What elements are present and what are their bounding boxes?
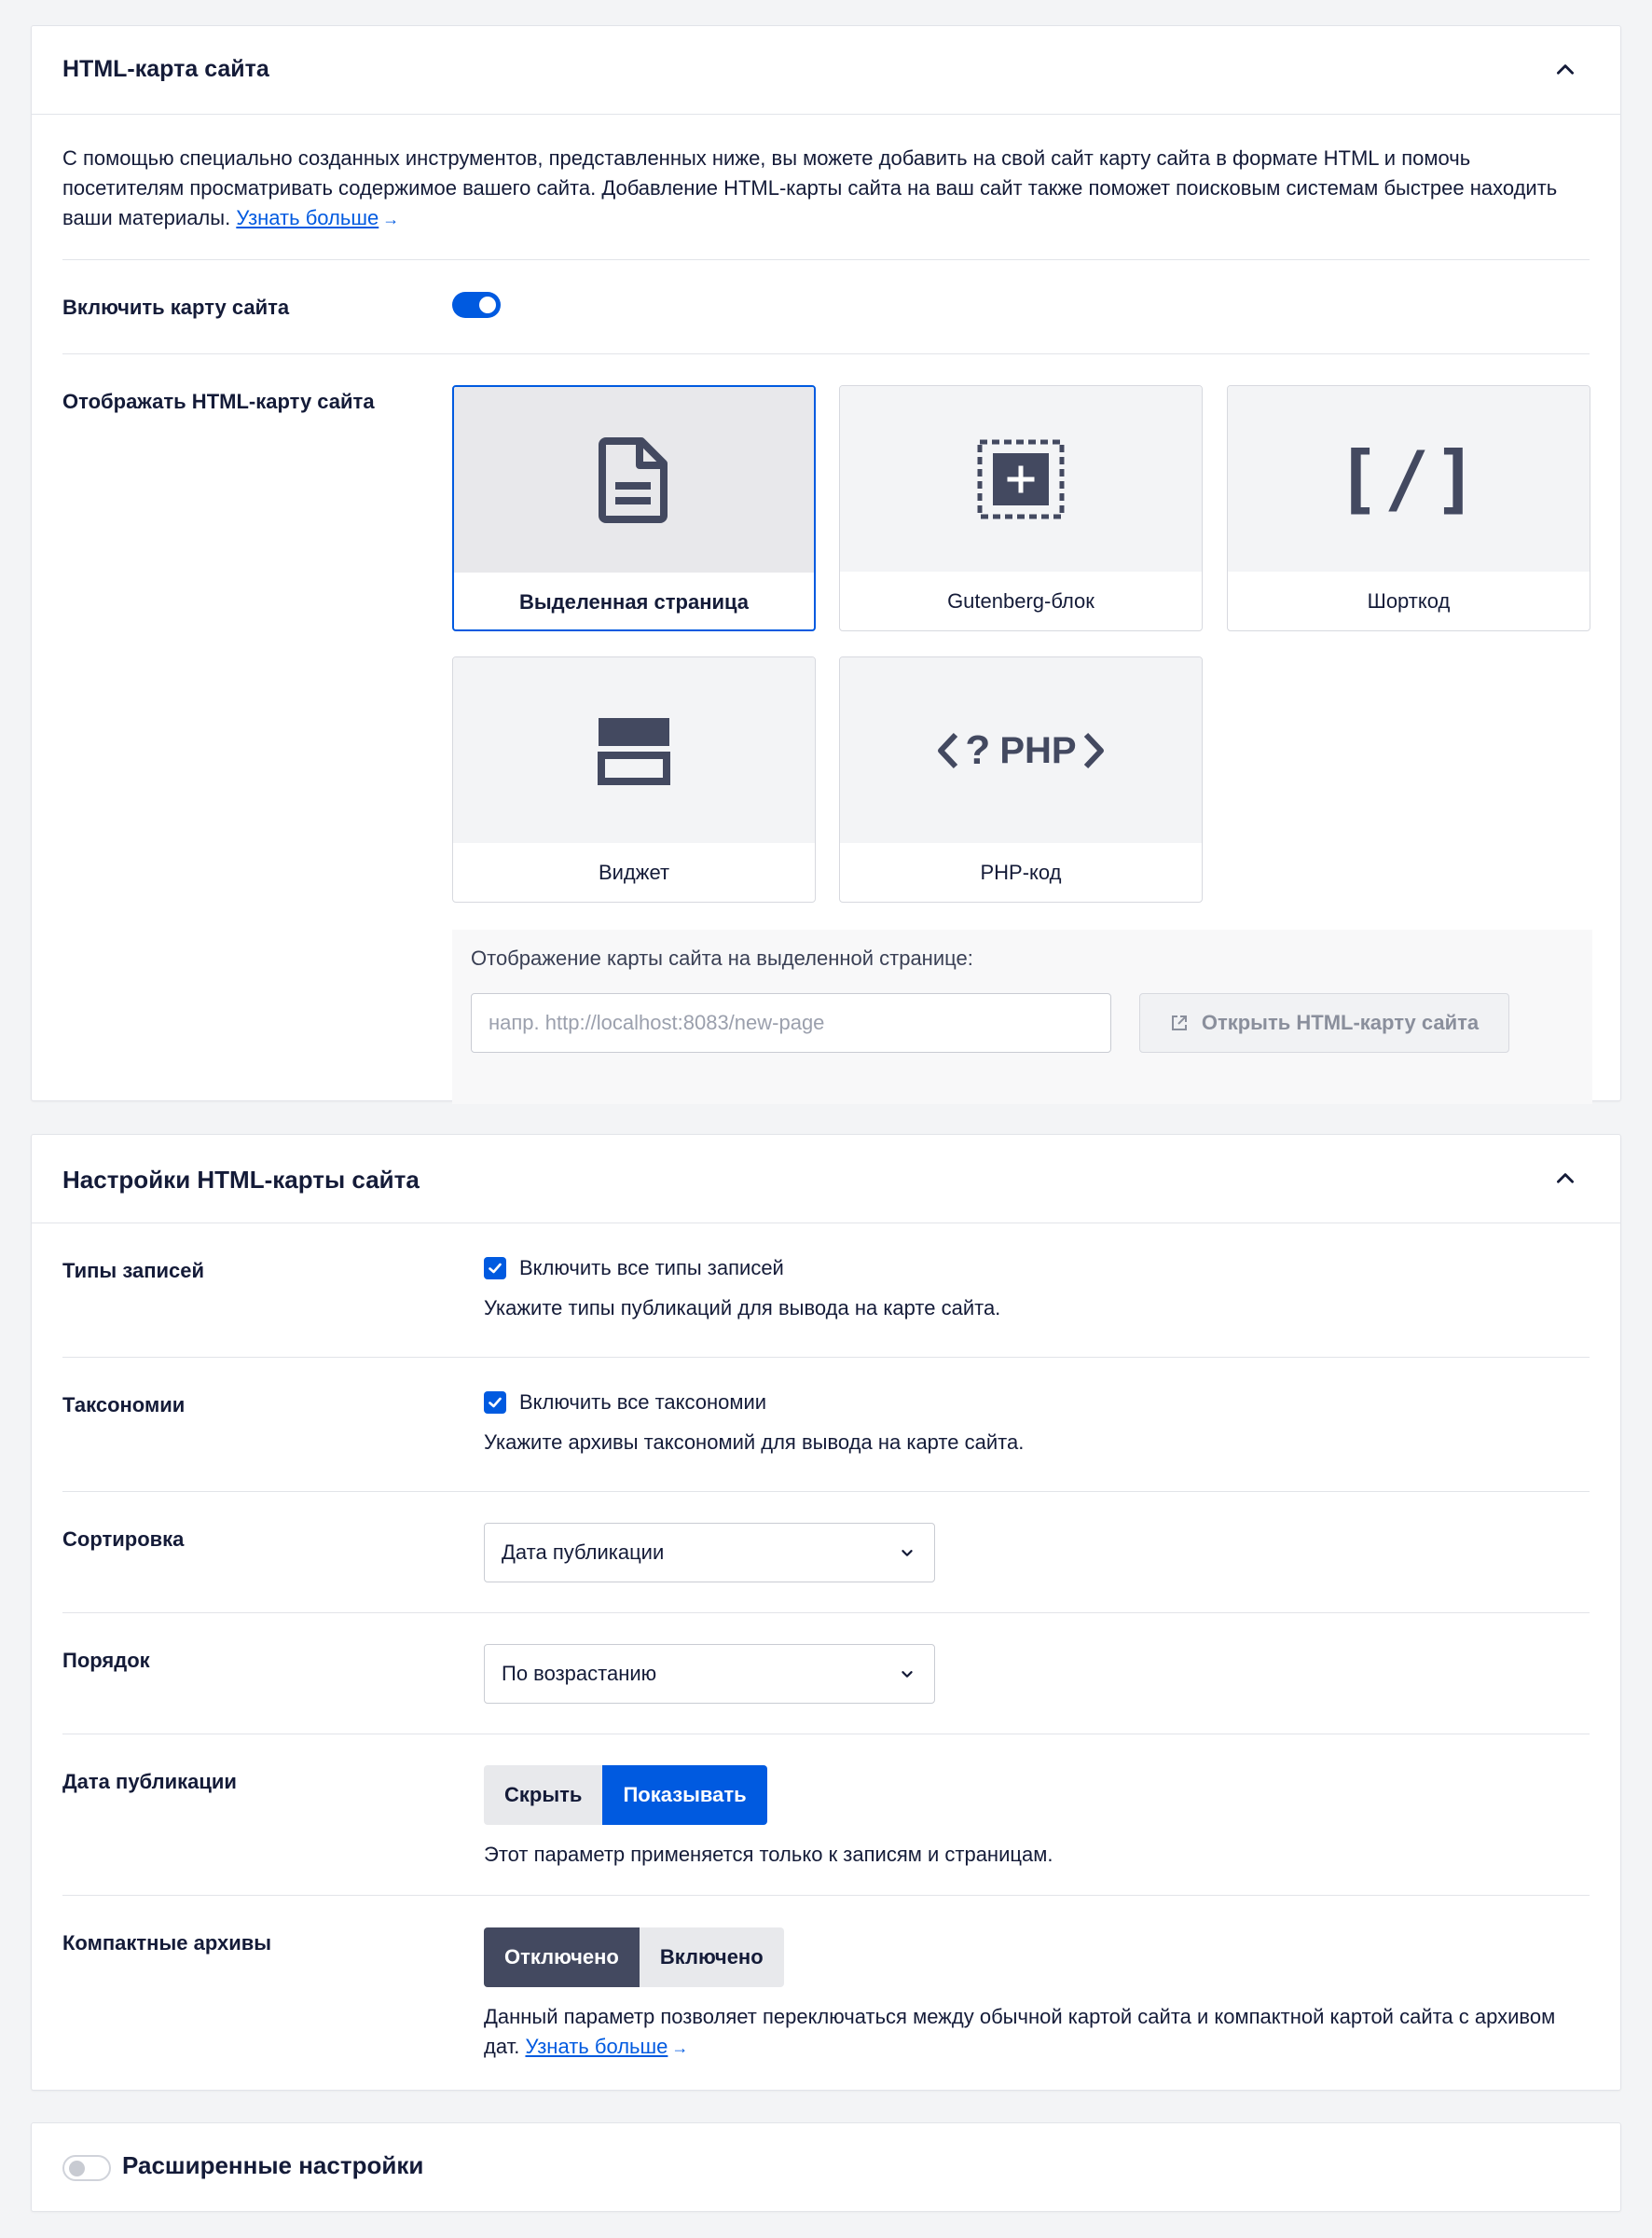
taxonomies-label: Таксономии xyxy=(62,1393,186,1416)
tile-label: Шорткод xyxy=(1367,589,1451,613)
all-post-types-label: Включить все типы записей xyxy=(519,1256,784,1279)
publish-date-show-button[interactable]: Показывать xyxy=(602,1765,767,1825)
post-types-label: Типы записей xyxy=(62,1259,205,1282)
publish-date-hide-button[interactable]: Скрыть xyxy=(484,1765,603,1825)
advanced-settings-card: Расширенные настройки xyxy=(31,2122,1621,2212)
learn-more-link[interactable]: Узнать больше xyxy=(525,2035,668,2058)
divider xyxy=(62,1491,1590,1492)
sitemap-card-title: HTML-карта сайта xyxy=(62,56,269,82)
sitemap-card: HTML-карта сайта С помощью специально со… xyxy=(31,25,1621,1104)
order-select[interactable]: По возрастанию xyxy=(484,1644,935,1704)
order-select-value: По возрастанию xyxy=(502,1662,657,1685)
shortcode-icon: [/] xyxy=(1335,435,1482,522)
arrow-right-icon: → xyxy=(382,210,400,228)
chevron-up-icon[interactable] xyxy=(1553,1167,1577,1191)
php-code-icon: ? PHP xyxy=(935,726,1106,773)
compact-enabled-button[interactable]: Включено xyxy=(639,1927,784,1987)
display-sitemap-label: Отображать HTML-карту сайта xyxy=(62,390,375,413)
order-label: Порядок xyxy=(62,1649,150,1672)
sort-select-value: Дата публикации xyxy=(502,1540,665,1564)
publish-date-toggle-group: Скрыть Показывать xyxy=(484,1765,767,1825)
settings-card-header[interactable]: Настройки HTML-карты сайта xyxy=(32,1135,1620,1223)
tile-gutenberg-block[interactable]: Gutenberg-блок xyxy=(839,385,1203,631)
taxonomies-help: Укажите архивы таксономий для вывода на … xyxy=(484,1430,1025,1454)
tile-label: Выделенная страница xyxy=(518,590,750,614)
widget-icon xyxy=(597,716,671,785)
arrow-right-icon: → xyxy=(671,2038,689,2057)
advanced-settings-title: Расширенные настройки xyxy=(122,2151,424,2179)
toggle-knob xyxy=(69,2161,85,2176)
tile-label: Виджет xyxy=(598,861,670,884)
external-link-icon xyxy=(1170,1014,1189,1032)
block-add-icon xyxy=(976,438,1066,520)
compact-archives-toggle-group: Отключено Включено xyxy=(484,1927,784,1987)
chevron-down-icon xyxy=(897,1542,917,1563)
learn-more-link[interactable]: Узнать больше xyxy=(236,206,379,229)
chevron-down-icon xyxy=(897,1664,917,1684)
all-post-types-checkbox-row[interactable]: Включить все типы записей xyxy=(484,1256,784,1280)
compact-archives-help: Данный параметр позволяет переключаться … xyxy=(484,2002,1593,2063)
sitemap-intro: С помощью специально созданных инструмен… xyxy=(62,144,1591,234)
all-taxonomies-checkbox-row[interactable]: Включить все таксономии xyxy=(484,1390,766,1415)
sort-select[interactable]: Дата публикации xyxy=(484,1523,935,1582)
sort-label: Сортировка xyxy=(62,1527,185,1551)
divider xyxy=(62,1357,1590,1358)
divider xyxy=(62,259,1590,260)
all-taxonomies-label: Включить все таксономии xyxy=(519,1390,767,1414)
dedicated-page-preview: Отображение карты сайта на выделенной ст… xyxy=(452,930,1592,1104)
open-sitemap-label: Открыть HTML-карту сайта xyxy=(1201,1011,1480,1034)
divider xyxy=(62,1612,1590,1613)
php-glyph: PHP xyxy=(999,729,1077,771)
publish-date-help: Этот параметр применяется только к запис… xyxy=(484,1843,1053,1866)
open-sitemap-button[interactable]: Открыть HTML-карту сайта xyxy=(1139,993,1509,1053)
php-question-glyph: ? xyxy=(965,726,991,773)
divider xyxy=(62,353,1590,354)
document-icon xyxy=(599,436,669,523)
tile-label: Gutenberg-блок xyxy=(947,589,1094,613)
toggle-knob xyxy=(479,297,496,313)
page-url-input[interactable] xyxy=(471,993,1111,1053)
divider xyxy=(62,1895,1590,1896)
checkbox-checked[interactable] xyxy=(484,1257,506,1279)
tile-icon-area xyxy=(454,387,814,573)
tile-php-code[interactable]: ? PHP PHP-код xyxy=(839,656,1203,903)
tile-shortcode[interactable]: [/] Шорткод xyxy=(1227,385,1590,631)
chevron-up-icon[interactable] xyxy=(1553,58,1577,82)
shortcode-glyph: [/] xyxy=(1335,435,1482,522)
tile-widget[interactable]: Виджет xyxy=(452,656,816,903)
tile-icon-area xyxy=(840,386,1202,572)
settings-card-title: Настройки HTML-карты сайта xyxy=(62,1166,420,1194)
post-types-help: Укажите типы публикаций для вывода на ка… xyxy=(484,1296,1001,1319)
preview-label: Отображение карты сайта на выделенной ст… xyxy=(471,946,973,970)
checkbox-checked[interactable] xyxy=(484,1391,506,1414)
publish-date-label: Дата публикации xyxy=(62,1770,237,1793)
enable-sitemap-toggle[interactable] xyxy=(452,292,501,318)
tile-dedicated-page[interactable]: Выделенная страница xyxy=(452,385,816,631)
compact-archives-label: Компактные архивы xyxy=(62,1931,272,1955)
tile-icon-area: [/] xyxy=(1228,386,1590,572)
tile-icon-area xyxy=(453,657,815,843)
settings-card: Настройки HTML-карты сайта Типы записей … xyxy=(31,1134,1621,2091)
compact-disabled-button[interactable]: Отключено xyxy=(484,1927,640,1987)
enable-sitemap-label: Включить карту сайта xyxy=(62,296,290,319)
tile-label: PHP-код xyxy=(980,861,1062,884)
advanced-settings-toggle[interactable] xyxy=(62,2155,111,2181)
sitemap-card-header[interactable]: HTML-карта сайта xyxy=(32,26,1620,115)
tile-icon-area: ? PHP xyxy=(840,657,1202,843)
